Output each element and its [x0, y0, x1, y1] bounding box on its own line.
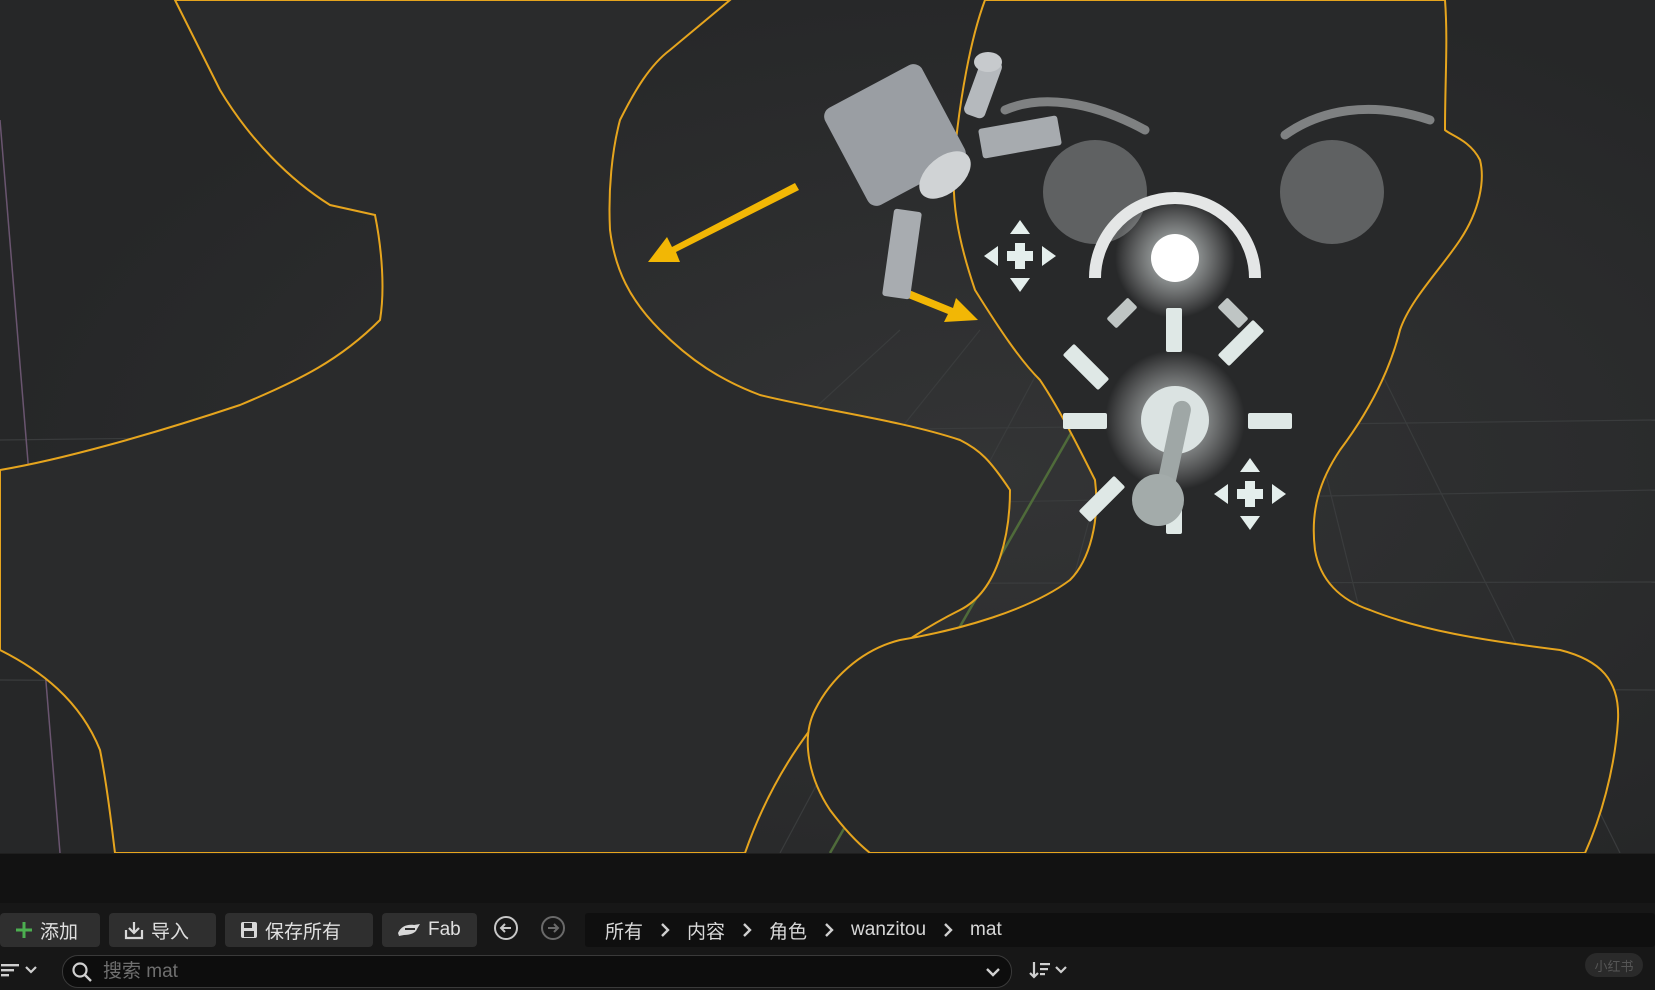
import-button[interactable]: 导入 [109, 913, 216, 947]
breadcrumb-item-all[interactable]: 所有 [605, 917, 643, 944]
breadcrumb-item-character[interactable]: 角色 [769, 917, 807, 944]
search-field[interactable] [62, 955, 1012, 988]
content-browser-toolbar: 添加 导入 保存所有 Fab 所有 内容 角色 wanzitou mat [0, 903, 1655, 955]
chevron-right-icon[interactable] [741, 922, 753, 938]
content-browser-search-row [0, 955, 1655, 990]
fab-button[interactable]: Fab [382, 913, 477, 947]
back-button[interactable] [492, 915, 520, 946]
plus-icon [14, 920, 34, 940]
watermark-badge: 小红书 [1585, 953, 1643, 977]
save-icon [239, 920, 259, 940]
fab-icon [396, 920, 422, 940]
breadcrumb: 所有 内容 角色 wanzitou mat [585, 913, 1655, 947]
forward-button[interactable] [539, 915, 567, 946]
save-all-button-label: 保存所有 [265, 921, 342, 943]
search-icon [71, 961, 93, 983]
chevron-down-icon [24, 963, 38, 981]
breadcrumb-item-mat[interactable]: mat [970, 919, 1002, 941]
viewport-bottom-strip [0, 853, 1655, 904]
chevron-right-icon[interactable] [823, 922, 835, 938]
add-button-label: 添加 [40, 921, 79, 943]
search-input[interactable] [101, 959, 925, 984]
import-button-label: 导入 [151, 921, 190, 943]
forward-icon [540, 915, 566, 946]
import-icon [123, 919, 145, 941]
breadcrumb-item-wanzitou[interactable]: wanzitou [851, 919, 926, 941]
breadcrumb-item-content[interactable]: 内容 [687, 917, 725, 944]
chevron-down-icon[interactable] [985, 965, 1001, 979]
viewport-scene [0, 0, 1655, 853]
chevron-right-icon[interactable] [659, 922, 671, 938]
sort-button[interactable] [1028, 957, 1078, 987]
add-button[interactable]: 添加 [0, 913, 100, 947]
back-icon [493, 915, 519, 946]
level-viewport[interactable] [0, 0, 1655, 853]
save-all-button[interactable]: 保存所有 [225, 913, 373, 947]
filter-icon [0, 960, 22, 985]
chevron-right-icon[interactable] [942, 922, 954, 938]
sort-icon [1028, 959, 1052, 986]
filter-button[interactable] [0, 957, 48, 987]
fab-button-label: Fab [428, 919, 461, 940]
chevron-down-icon [1054, 963, 1068, 981]
